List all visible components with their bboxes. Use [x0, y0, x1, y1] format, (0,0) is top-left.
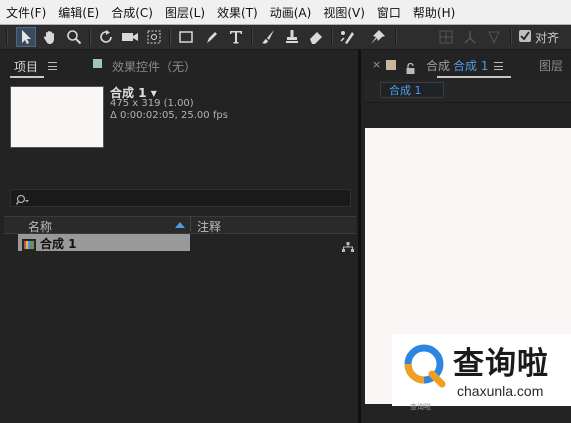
- toolbar-separator: [395, 29, 397, 45]
- panel-menu-icon[interactable]: [48, 62, 57, 70]
- lock-icon[interactable]: [406, 59, 415, 74]
- selection-tool-icon[interactable]: [16, 27, 36, 47]
- effects-panel-color-swatch: [93, 59, 102, 68]
- toolbar-separator: [169, 29, 171, 45]
- menu-animation[interactable]: 动画(A): [264, 4, 318, 21]
- menu-effect[interactable]: 效果(T): [211, 4, 264, 21]
- puppet-pin-icon[interactable]: [368, 27, 388, 47]
- menu-window[interactable]: 窗口: [371, 4, 407, 21]
- tab-composition-label[interactable]: 合成: [426, 57, 450, 74]
- camera-icon[interactable]: [120, 27, 140, 47]
- zoom-icon[interactable]: [64, 27, 84, 47]
- close-tab-icon[interactable]: ×: [372, 58, 381, 71]
- watermark-title: 查询啦: [453, 346, 549, 382]
- menu-file[interactable]: 文件(F): [0, 4, 52, 21]
- menu-edit[interactable]: 编辑(E): [52, 4, 105, 21]
- eraser-icon[interactable]: [306, 27, 326, 47]
- menu-layer[interactable]: 图层(L): [159, 4, 211, 21]
- roto-brush-icon[interactable]: [338, 27, 358, 47]
- toolbar-separator: [89, 29, 91, 45]
- flowchart-icon[interactable]: [342, 237, 354, 252]
- menu-bar: 文件(F) 编辑(E) 合成(C) 图层(L) 效果(T) 动画(A) 视图(V…: [0, 0, 571, 25]
- brush-icon[interactable]: [258, 27, 278, 47]
- grid-snap-icon: [436, 27, 456, 47]
- rectangle-icon[interactable]: [176, 27, 196, 47]
- watermark-url: chaxunla.com: [457, 383, 544, 399]
- watermark-logo-icon: [402, 342, 448, 388]
- menu-composition[interactable]: 合成(C): [105, 4, 159, 21]
- list-item-label: 合成 1: [40, 237, 77, 251]
- rotate-icon[interactable]: [96, 27, 116, 47]
- toolbar-grip: [6, 29, 8, 45]
- composition-color-swatch: [386, 60, 396, 70]
- pan-behind-icon[interactable]: [144, 27, 164, 47]
- column-divider: [190, 216, 191, 232]
- project-search-input[interactable]: [10, 189, 351, 207]
- type-icon[interactable]: [226, 27, 246, 47]
- tab-active-indicator: [437, 76, 511, 78]
- world-axis-icon: [484, 27, 504, 47]
- composition-panel-menu-icon[interactable]: [494, 62, 503, 70]
- tab-layer[interactable]: 图层: [539, 57, 563, 74]
- watermark-subtext: 查询啦: [410, 403, 431, 411]
- composition-icon: [22, 236, 36, 251]
- column-header-name[interactable]: 名称: [28, 218, 52, 235]
- menu-help[interactable]: 帮助(H): [407, 4, 461, 21]
- hand-icon[interactable]: [40, 27, 60, 47]
- search-icon[interactable]: [15, 191, 29, 205]
- axis-icon: [460, 27, 480, 47]
- column-header-comment[interactable]: 注释: [197, 218, 221, 235]
- tab-project[interactable]: 项目: [14, 58, 38, 75]
- toolbar: 对齐: [0, 25, 571, 50]
- align-checkbox[interactable]: [519, 30, 531, 42]
- composition-duration: Δ 0:00:02:05, 25.00 fps: [110, 110, 228, 121]
- tab-composition-name[interactable]: 合成 1: [453, 57, 488, 74]
- sort-ascending-icon[interactable]: [175, 222, 185, 228]
- tab-active-indicator: [10, 76, 44, 78]
- tab-effect-controls[interactable]: 效果控件（无）: [112, 58, 196, 75]
- toolbar-separator: [510, 29, 512, 45]
- composition-dimensions: 475 x 319 (1.00): [110, 98, 194, 109]
- pen-icon[interactable]: [202, 27, 222, 47]
- clone-stamp-icon[interactable]: [282, 27, 302, 47]
- composition-breadcrumb[interactable]: 合成 1: [380, 82, 444, 98]
- toolbar-separator: [251, 29, 253, 45]
- composition-thumbnail: [10, 86, 104, 148]
- menu-view[interactable]: 视图(V): [317, 4, 371, 21]
- toolbar-separator: [331, 29, 333, 45]
- align-label: 对齐: [535, 31, 560, 45]
